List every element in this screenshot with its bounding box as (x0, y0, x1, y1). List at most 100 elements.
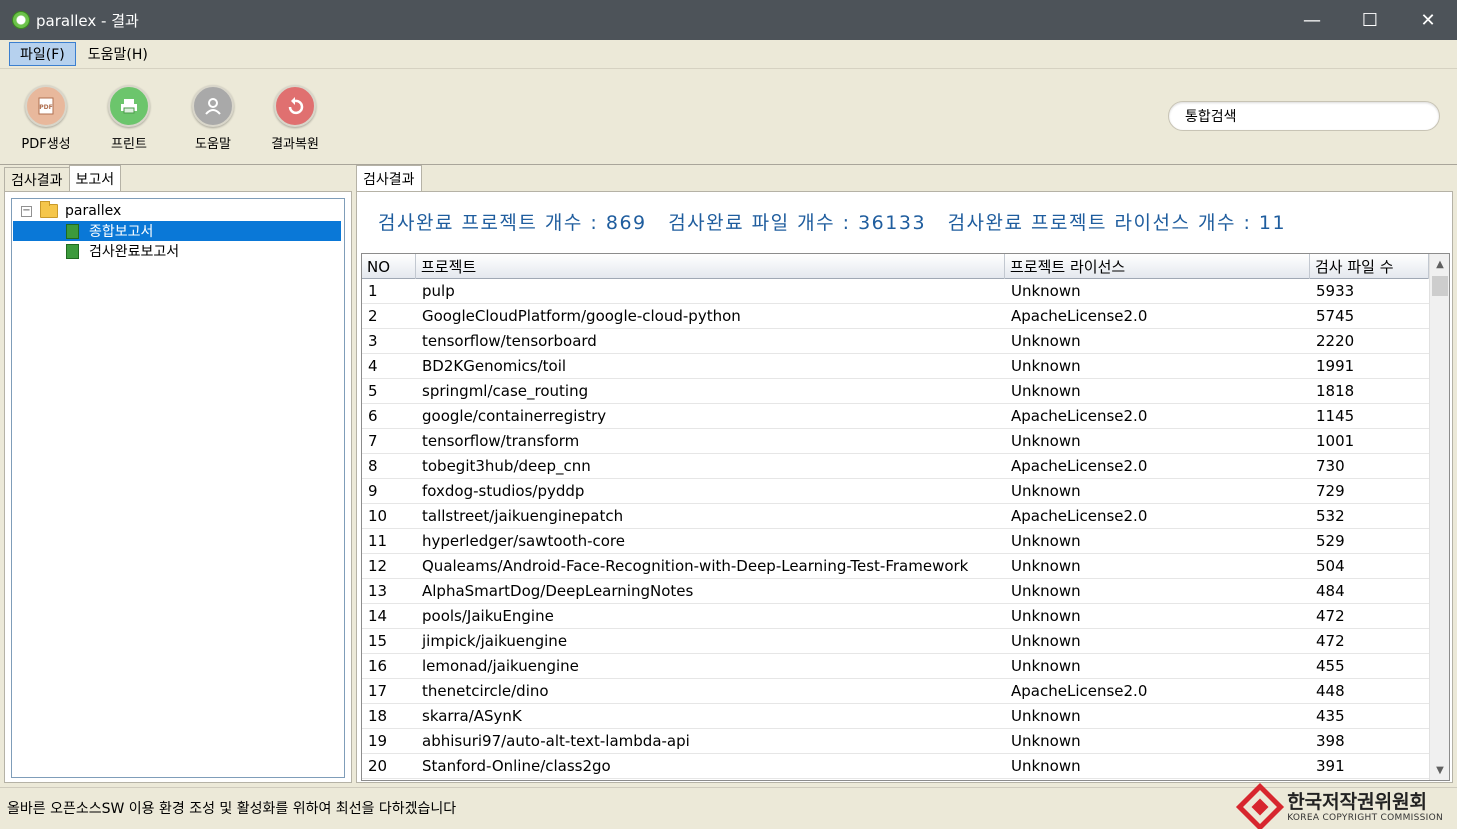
scroll-thumb[interactable] (1432, 276, 1448, 296)
cell-file-count: 730 (1316, 457, 1345, 475)
window-title: parallex - 결과 (36, 11, 139, 30)
print-button-label: 프린트 (111, 137, 147, 152)
cell-license: Unknown (1011, 582, 1081, 600)
tab-results[interactable]: 검사결과 (356, 165, 422, 191)
logo-mark-icon (1236, 782, 1285, 829)
cell-license: ApacheLicense2.0 (1011, 457, 1148, 475)
cell-project: AlphaSmartDog/DeepLearningNotes (422, 582, 694, 600)
cell-license: Unknown (1011, 757, 1081, 775)
cell-project: springml/case_routing (422, 382, 589, 400)
tab-reports[interactable]: 보고서 (68, 165, 122, 191)
table-row[interactable]: 13 AlphaSmartDog/DeepLearningNotes Unknown… (362, 579, 1429, 604)
minimize-button[interactable]: — (1283, 0, 1341, 40)
table-row[interactable]: 10 tallstreet/jaikuenginepatch ApacheLicen… (362, 504, 1429, 529)
report-book-icon (66, 223, 79, 239)
cell-file-count: 1145 (1316, 407, 1355, 425)
tree-root[interactable]: − parallex (21, 201, 121, 221)
cell-project: hyperledger/sawtooth-core (422, 532, 625, 550)
cell-project: pulp (422, 282, 455, 300)
table-row[interactable]: 8 tobegit3hub/deep_cnn ApacheLicense2.0 730 (362, 454, 1429, 479)
help-button[interactable]: 도움말 (178, 85, 248, 152)
cell-license: Unknown (1011, 732, 1081, 750)
commission-logo: 한국저작권위원회 KOREA COPYRIGHT COMMISSION (1236, 782, 1443, 829)
scroll-up-icon[interactable]: ▲ (1430, 254, 1449, 274)
collapse-icon[interactable]: − (21, 205, 32, 217)
table-row[interactable]: 1 pulp Unknown 5933 (362, 279, 1429, 304)
cell-license: Unknown (1011, 707, 1081, 725)
cell-license: Unknown (1011, 607, 1081, 625)
app-icon (12, 11, 30, 29)
cell-file-count: 2220 (1316, 332, 1355, 350)
cell-file-count: 1001 (1316, 432, 1355, 450)
tab-inspection-results[interactable]: 검사결과 (4, 167, 70, 191)
table-row[interactable]: 19 abhisuri97/auto-alt-text-lambda-api Unk… (362, 729, 1429, 754)
column-header-file-count[interactable]: 검사 파일 수 (1310, 254, 1429, 279)
title-bar: parallex - 결과 — ☐ ✕ (0, 0, 1457, 40)
menu-file[interactable]: 파일(F) (9, 42, 76, 66)
cell-no: 6 (368, 407, 378, 425)
table-row[interactable]: 6 google/containerregistry ApacheLicense2.… (362, 404, 1429, 429)
cell-project: tallstreet/jaikuenginepatch (422, 507, 624, 525)
table-row[interactable]: 7 tensorflow/transform Unknown 1001 (362, 429, 1429, 454)
cell-no: 18 (368, 707, 388, 725)
table-row[interactable]: 9 foxdog-studios/pyddp Unknown 729 (362, 479, 1429, 504)
table-row[interactable]: 5 springml/case_routing Unknown 1818 (362, 379, 1429, 404)
results-panel: 검사완료 프로젝트 개수 : 869 검사완료 파일 개수 : 36133 검사… (356, 191, 1453, 783)
cell-file-count: 472 (1316, 632, 1345, 650)
cell-project: tensorflow/tensorboard (422, 332, 597, 350)
restore-icon (274, 85, 316, 127)
cell-license: Unknown (1011, 432, 1081, 450)
cell-no: 15 (368, 632, 388, 650)
close-button[interactable]: ✕ (1399, 0, 1457, 40)
tree-item-summary-report[interactable]: 종합보고서 (13, 221, 341, 241)
search-input[interactable] (1168, 101, 1440, 131)
table-row[interactable]: 3 tensorflow/tensorboard Unknown 2220 (362, 329, 1429, 354)
table-row[interactable]: 20 Stanford-Online/class2go Unknown 391 (362, 754, 1429, 779)
cell-no: 12 (368, 557, 388, 575)
cell-no: 14 (368, 607, 388, 625)
cell-project: GoogleCloudPlatform/google-cloud-python (422, 307, 741, 325)
table-row[interactable]: 16 lemonad/jaikuengine Unknown 455 (362, 654, 1429, 679)
cell-no: 4 (368, 357, 378, 375)
folder-icon (40, 201, 58, 218)
cell-file-count: 729 (1316, 482, 1345, 500)
table-body: 1 pulp Unknown 5933 2 GoogleCloudPlatform/goo… (362, 279, 1429, 779)
cell-project: Stanford-Online/class2go (422, 757, 611, 775)
cell-no: 11 (368, 532, 388, 550)
table-row[interactable]: 11 hyperledger/sawtooth-core Unknown 529 (362, 529, 1429, 554)
table-row[interactable]: 18 skarra/ASynK Unknown 435 (362, 704, 1429, 729)
cell-license: Unknown (1011, 282, 1081, 300)
summary-projects: 검사완료 프로젝트 개수 : 869 (378, 212, 647, 234)
column-header-license[interactable]: 프로젝트 라이선스 (1005, 254, 1310, 279)
table-row[interactable]: 17 thenetcircle/dino ApacheLicense2.0 448 (362, 679, 1429, 704)
scroll-down-icon[interactable]: ▼ (1430, 760, 1449, 780)
table-row[interactable]: 4 BD2KGenomics/toil Unknown 1991 (362, 354, 1429, 379)
column-header-project[interactable]: 프로젝트 (416, 254, 1005, 279)
print-button[interactable]: 프린트 (94, 85, 164, 152)
cell-no: 7 (368, 432, 378, 450)
logo-name-english: KOREA COPYRIGHT COMMISSION (1287, 813, 1443, 823)
table-row[interactable]: 14 pools/JaikuEngine Unknown 472 (362, 604, 1429, 629)
cell-file-count: 435 (1316, 707, 1345, 725)
left-tab-strip: 검사결과 보고서 (4, 165, 122, 191)
report-panel: − parallex 종합보고서 검사완료보고서 (4, 191, 352, 783)
restore-button[interactable]: 결과복원 (260, 85, 330, 152)
cell-no: 16 (368, 657, 388, 675)
cell-license: Unknown (1011, 532, 1081, 550)
report-book-icon (66, 243, 79, 259)
cell-no: 2 (368, 307, 378, 325)
cell-license: ApacheLicense2.0 (1011, 307, 1148, 325)
vertical-scrollbar[interactable]: ▲ ▼ (1429, 254, 1449, 780)
maximize-button[interactable]: ☐ (1341, 0, 1399, 40)
menu-help[interactable]: 도움말(H) (78, 42, 158, 66)
table-row[interactable]: 15 jimpick/jaikuengine Unknown 472 (362, 629, 1429, 654)
tree-item-completed-report[interactable]: 검사완료보고서 (66, 241, 179, 261)
pdf-button[interactable]: PDF PDF생성 (11, 85, 81, 152)
svg-text:PDF: PDF (39, 104, 52, 111)
cell-license: Unknown (1011, 557, 1081, 575)
cell-file-count: 472 (1316, 607, 1345, 625)
table-row[interactable]: 2 GoogleCloudPlatform/google-cloud-python… (362, 304, 1429, 329)
column-header-no[interactable]: NO (362, 254, 416, 279)
help-button-label: 도움말 (195, 137, 231, 152)
table-row[interactable]: 12 Qualeams/Android-Face-Recognition-with… (362, 554, 1429, 579)
